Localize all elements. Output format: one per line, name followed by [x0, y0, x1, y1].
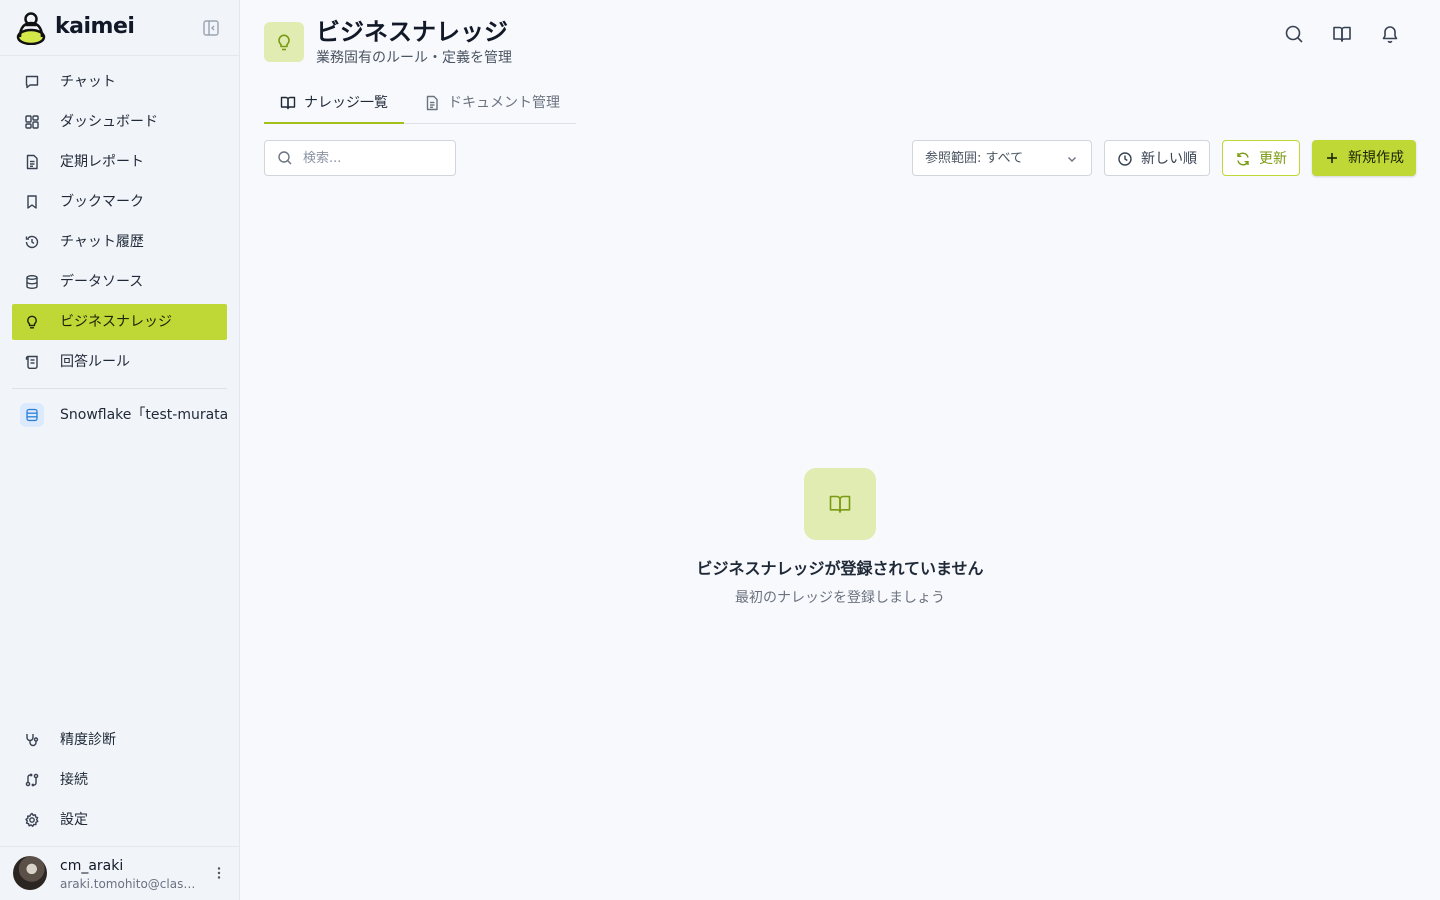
- user-profile[interactable]: cm_araki araki.tomohito@classmethod.jp: [0, 846, 239, 900]
- history-icon: [25, 235, 39, 249]
- empty-state-book-icon: [804, 468, 876, 540]
- sidebar-item-label: ダッシュボード: [60, 114, 158, 130]
- user-email: araki.tomohito@classmethod.jp: [60, 877, 200, 891]
- clock-icon: [1118, 152, 1132, 166]
- bell-icon[interactable]: [1380, 24, 1400, 44]
- tab-knowledge-list[interactable]: ナレッジ一覧: [264, 86, 404, 124]
- sidebar-nav: チャット ダッシュボード 定期レポート ブックマーク チャット履歴 データソース…: [12, 64, 227, 384]
- sidebar-item-label: 接続: [60, 772, 88, 788]
- sidebar-item-label: チャット: [60, 74, 116, 90]
- sidebar-datasource-label: Snowflake「test-murata」: [60, 407, 227, 423]
- sidebar-item-label: ブックマーク: [60, 194, 144, 210]
- sidebar-item-settings[interactable]: 設定: [12, 802, 227, 838]
- sidebar-item-report[interactable]: 定期レポート: [12, 144, 227, 180]
- refresh-button[interactable]: 更新: [1222, 140, 1300, 176]
- sidebar-item-business-knowledge[interactable]: ビジネスナレッジ: [12, 304, 227, 340]
- empty-state-title: ビジネスナレッジが登録されていません: [696, 559, 984, 578]
- book-open-icon[interactable]: [1332, 24, 1352, 44]
- sort-button[interactable]: 新しい順: [1104, 140, 1210, 176]
- kaimei-logo-icon: [16, 12, 46, 45]
- document-icon: [426, 95, 438, 111]
- scroll-icon: [25, 355, 38, 369]
- sidebar-item-answer-rules[interactable]: 回答ルール: [12, 344, 227, 380]
- sidebar-item-label: チャット履歴: [60, 234, 144, 250]
- sidebar-item-label: データソース: [60, 274, 144, 290]
- stethoscope-icon: [26, 734, 39, 747]
- chevron-down-icon: [1068, 157, 1076, 162]
- lightbulb-icon: [27, 315, 37, 329]
- more-vertical-icon[interactable]: [211, 865, 227, 881]
- sidebar-item-label: 精度診断: [60, 732, 116, 748]
- bookmark-icon: [27, 195, 37, 209]
- sidebar-item-chat[interactable]: チャット: [12, 64, 227, 100]
- create-new-button[interactable]: 新規作成: [1312, 140, 1416, 176]
- brand-name: kaimei: [55, 14, 135, 39]
- report-icon: [26, 154, 38, 170]
- sidebar-item-history[interactable]: チャット履歴: [12, 224, 227, 260]
- sidebar-datasource-snowflake[interactable]: Snowflake「test-murata」: [12, 396, 227, 432]
- tab-document-management[interactable]: ドキュメント管理: [408, 86, 576, 124]
- sidebar-item-label: 定期レポート: [60, 154, 144, 170]
- sidebar-item-connection[interactable]: 接続: [12, 762, 227, 798]
- page-subtitle: 業務固有のルール・定義を管理: [316, 50, 512, 66]
- refresh-icon: [1237, 152, 1249, 166]
- dashboard-icon: [25, 115, 39, 129]
- sidebar-item-bookmark[interactable]: ブックマーク: [12, 184, 227, 220]
- database-icon: [26, 275, 38, 290]
- connection-icon: [25, 773, 39, 787]
- gear-icon: [25, 812, 39, 827]
- page-lightbulb-icon: [264, 22, 304, 62]
- sidebar-collapse-icon[interactable]: [202, 19, 220, 37]
- tab-label: ドキュメント管理: [448, 95, 560, 111]
- chat-icon: [25, 75, 39, 89]
- search-box: [264, 140, 456, 176]
- refresh-button-label: 更新: [1259, 151, 1287, 167]
- tab-label: ナレッジ一覧: [304, 95, 388, 111]
- search-icon: [278, 151, 292, 165]
- search-icon[interactable]: [1284, 24, 1304, 44]
- sidebar-item-datasource[interactable]: データソース: [12, 264, 227, 300]
- sidebar-bottom-nav: 精度診断 接続 設定: [12, 722, 227, 842]
- sort-button-label: 新しい順: [1141, 151, 1197, 167]
- sidebar-divider: [12, 388, 227, 389]
- scope-select[interactable]: 参照範囲: すべて: [912, 140, 1092, 176]
- brand: kaimei: [0, 0, 239, 56]
- sidebar: kaimei チャット ダッシュボード 定期レポート ブックマーク チャット履歴: [0, 0, 240, 900]
- scope-select-value: 参照範囲: すべて: [925, 151, 1024, 166]
- sidebar-item-label: 回答ルール: [60, 354, 130, 370]
- create-new-button-label: 新規作成: [1348, 150, 1404, 166]
- book-open-icon: [280, 96, 296, 110]
- sidebar-item-label: ビジネスナレッジ: [60, 314, 172, 330]
- sidebar-item-label: 設定: [60, 812, 88, 828]
- sidebar-item-dashboard[interactable]: ダッシュボード: [12, 104, 227, 140]
- avatar: [13, 856, 47, 890]
- tab-bar: ナレッジ一覧 ドキュメント管理: [264, 86, 576, 124]
- search-input[interactable]: [303, 149, 448, 167]
- user-name: cm_araki: [60, 858, 124, 874]
- page-title: ビジネスナレッジ: [316, 18, 508, 46]
- plus-icon: [1327, 153, 1337, 163]
- empty-state-description: 最初のナレッジを登録しましょう: [735, 590, 945, 606]
- snowflake-db-icon: [20, 403, 44, 427]
- sidebar-item-accuracy[interactable]: 精度診断: [12, 722, 227, 758]
